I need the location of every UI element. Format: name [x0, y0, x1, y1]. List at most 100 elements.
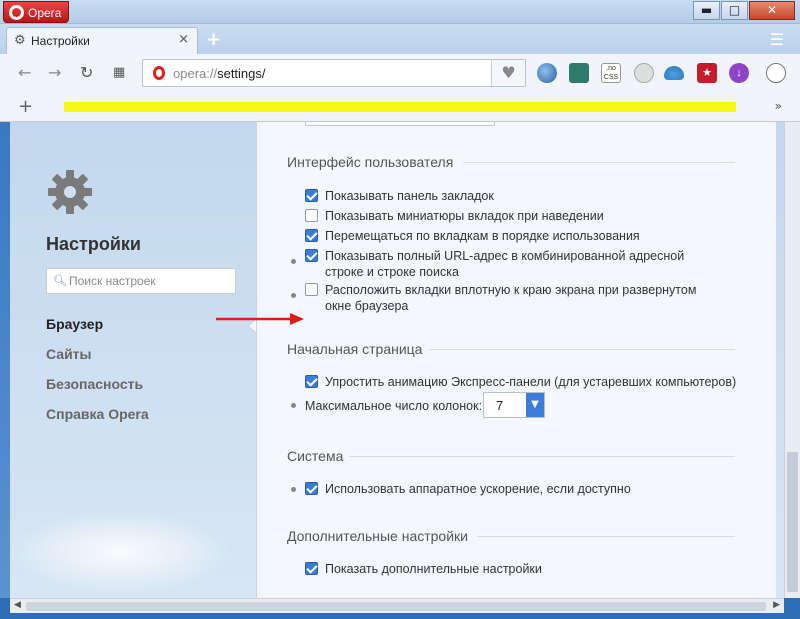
- section-system-label: Система: [287, 448, 344, 464]
- section-advanced-label: Дополнительные настройки: [287, 528, 468, 544]
- section-divider: [429, 349, 735, 350]
- red-arrow-annotation: [216, 313, 304, 325]
- option-label: Показывать панель закладок: [325, 189, 494, 203]
- address-bar[interactable]: opera://settings/ ♥: [142, 59, 526, 87]
- section-title-ui: Интерфейс пользователя: [287, 154, 737, 170]
- extension-icon[interactable]: [569, 63, 589, 83]
- checkbox[interactable]: [305, 209, 318, 222]
- add-bookmark-icon[interactable]: +: [18, 96, 33, 117]
- option-hardware-acceleration[interactable]: Использовать аппаратное ускорение, если …: [305, 481, 631, 497]
- close-window-button[interactable]: ✕: [749, 1, 795, 20]
- opera-menu-label: Opera: [28, 6, 62, 20]
- horizontal-scroll-thumb[interactable]: [26, 602, 766, 611]
- option-tabs-at-edge[interactable]: Расположить вкладки вплотную к краю экра…: [305, 282, 725, 314]
- tab-title: Настройки: [31, 34, 90, 48]
- cloud-icon[interactable]: [664, 66, 684, 80]
- bullet-dot: [291, 259, 296, 264]
- max-columns-select[interactable]: 7 ▼: [483, 392, 545, 418]
- url-scheme: opera://: [173, 66, 218, 81]
- star-extension-icon[interactable]: ★: [697, 63, 717, 83]
- bullet-dot: [291, 403, 296, 408]
- minimize-button[interactable]: ▬: [693, 1, 720, 20]
- settings-panel: Интерфейс пользователя Показывать панель…: [256, 122, 776, 598]
- settings-page: Настройки 🔍︎ Браузер Сайты Безопасность …: [10, 122, 784, 598]
- more-bookmarks-icon[interactable]: »: [775, 99, 782, 113]
- select-value: 7: [496, 398, 504, 413]
- option-full-url[interactable]: Показывать полный URL-адрес в комбиниров…: [305, 248, 725, 280]
- checkbox[interactable]: [305, 562, 318, 575]
- section-divider: [349, 456, 735, 457]
- option-label: Показать дополнительные настройки: [325, 562, 542, 576]
- option-simplify-animation[interactable]: Упростить анимацию Экспресс-панели (для …: [305, 374, 736, 390]
- scroll-left-arrow-icon[interactable]: ◀: [14, 600, 21, 610]
- speed-dial-grid-icon[interactable]: ▦: [113, 65, 125, 80]
- max-columns-label: Максимальное число колонок:: [305, 399, 483, 413]
- option-show-advanced[interactable]: Показать дополнительные настройки: [305, 561, 542, 577]
- option-label: Упростить анимацию Экспресс-панели (для …: [325, 375, 737, 389]
- account-icon[interactable]: [766, 63, 786, 83]
- window-controls: ▬ □ ✕: [692, 1, 795, 20]
- settings-search[interactable]: 🔍︎: [46, 268, 236, 294]
- background-edge-left: [0, 122, 10, 598]
- tab-settings[interactable]: ⚙ Настройки ×: [6, 27, 198, 54]
- checkbox[interactable]: [305, 375, 318, 388]
- scroll-right-arrow-icon[interactable]: ▶: [773, 600, 780, 610]
- option-label: Показывать миниатюры вкладок при наведен…: [325, 209, 604, 223]
- window-bottom-edge: [0, 613, 800, 619]
- opera-page-icon: [153, 66, 165, 80]
- section-title-advanced: Дополнительные настройки: [287, 528, 737, 544]
- checkbox[interactable]: [305, 482, 318, 495]
- option-label: Использовать аппаратное ускорение, если …: [325, 482, 631, 496]
- vertical-scroll-thumb[interactable]: [787, 452, 798, 592]
- sidebar-item-browser[interactable]: Браузер: [46, 316, 103, 332]
- url-path: settings/: [217, 66, 266, 81]
- section-ui-label: Интерфейс пользователя: [287, 154, 454, 170]
- back-arrow-icon[interactable]: ←: [18, 63, 31, 82]
- bullet-dot: [291, 487, 296, 492]
- checkbox[interactable]: [305, 283, 318, 296]
- settings-sidebar: Настройки 🔍︎ Браузер Сайты Безопасность …: [28, 122, 256, 598]
- previous-control-edge: [305, 122, 495, 126]
- globe-extension-icon[interactable]: [537, 63, 557, 83]
- option-label: Показывать полный URL-адрес в комбиниров…: [325, 249, 685, 279]
- section-title-start-page: Начальная страница: [287, 341, 737, 357]
- tab-menu-icon[interactable]: ☰: [770, 30, 784, 49]
- horizontal-scrollbar[interactable]: ◀ ▶: [10, 598, 784, 613]
- chevron-down-icon[interactable]: ▼: [526, 393, 544, 417]
- vertical-scrollbar[interactable]: [784, 122, 800, 598]
- option-tab-thumbnails[interactable]: Показывать миниатюры вкладок при наведен…: [305, 208, 604, 224]
- sidebar-item-help[interactable]: Справка Opera: [46, 406, 149, 422]
- checkbox[interactable]: [305, 189, 318, 202]
- bullet-dot: [291, 293, 296, 298]
- download-icon[interactable]: ↓: [729, 63, 749, 83]
- url-text: opera://settings/: [173, 66, 266, 81]
- search-icon: 🔍︎: [53, 274, 67, 287]
- option-show-bookmarks-bar[interactable]: Показывать панель закладок: [305, 188, 494, 204]
- section-divider: [463, 162, 735, 163]
- option-cycle-tabs-by-use[interactable]: Перемещаться по вкладкам в порядке испол…: [305, 228, 640, 244]
- section-divider: [477, 536, 735, 537]
- option-label: Расположить вкладки вплотную к краю экра…: [325, 283, 697, 313]
- sidebar-item-security[interactable]: Безопасность: [46, 376, 143, 392]
- reload-icon[interactable]: ↻: [80, 63, 93, 82]
- maximize-button[interactable]: □: [721, 1, 748, 20]
- option-label: Перемещаться по вкладкам в порядке испол…: [325, 229, 640, 243]
- forward-arrow-icon[interactable]: →: [48, 63, 61, 82]
- sidebar-item-sites[interactable]: Сайты: [46, 346, 92, 362]
- opera-menu-button[interactable]: Opera: [3, 1, 69, 23]
- checkbox[interactable]: [305, 249, 318, 262]
- settings-gear-icon: [48, 170, 92, 214]
- tab-strip: ⚙ Настройки × + ☰: [0, 24, 800, 54]
- navigation-toolbar: ← → ↻ ▦ opera://settings/ ♥ .no CSS ★ ↓: [0, 54, 800, 92]
- checkbox[interactable]: [305, 229, 318, 242]
- search-input[interactable]: [69, 273, 229, 289]
- new-tab-button[interactable]: +: [206, 29, 221, 50]
- section-start-label: Начальная страница: [287, 341, 423, 357]
- no-img-icon[interactable]: [634, 63, 654, 83]
- tab-close-button[interactable]: ×: [178, 32, 189, 47]
- gear-icon: ⚙: [14, 33, 26, 48]
- no-css-icon[interactable]: .no CSS: [601, 63, 621, 83]
- bookmarks-highlight-mark: [64, 102, 736, 112]
- heart-icon[interactable]: ♥: [491, 60, 525, 86]
- title-bar: Opera ▬ □ ✕: [0, 0, 800, 24]
